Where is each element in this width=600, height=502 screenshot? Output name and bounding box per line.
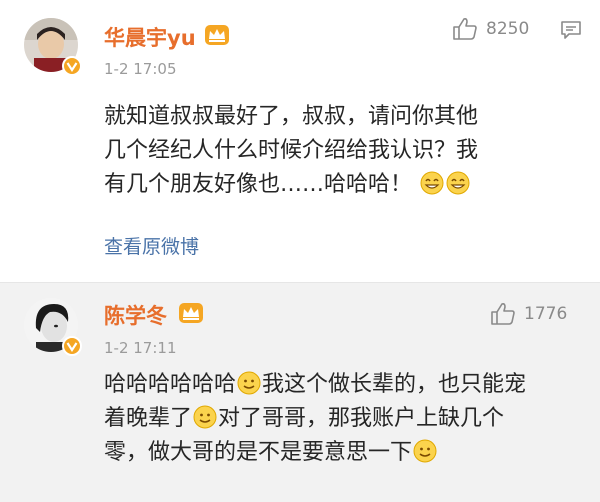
thumbs-up-icon <box>453 18 477 40</box>
comment-text: 哈哈哈哈哈哈 我这个做长辈的，也只能宠 着晚辈了 对了哥哥，那我账户上缺几个 零，做… <box>104 368 564 470</box>
crown-icon <box>205 25 229 45</box>
thumbs-up-icon <box>491 303 515 325</box>
comment-time: 1-2 17:11 <box>104 339 177 357</box>
comment-text-segment: 对了哥哥，那我账户上缺几个 <box>218 406 505 431</box>
grin-emoji-icon <box>420 171 444 195</box>
comment-text-segment: 着晚辈了 <box>104 406 193 431</box>
verified-badge-icon <box>62 56 82 76</box>
comment-text-line: 就知道叔叔最好了，叔叔，请问你其他 <box>104 104 479 129</box>
username[interactable]: 陈学冬 <box>104 300 167 330</box>
username[interactable]: 华晨宇yu <box>104 22 196 52</box>
like-count: 1776 <box>524 304 568 324</box>
comment-text-segment: 哈哈哈哈哈哈 <box>104 372 237 397</box>
comment-text-line: 哈哈哈哈哈哈 我这个做长辈的，也只能宠 <box>104 368 564 402</box>
comment-text-segment: 零，做大哥的是不是要意思一下 <box>104 440 413 465</box>
crown-icon <box>179 303 203 323</box>
comment-text-line: 零，做大哥的是不是要意思一下 <box>104 436 564 470</box>
avatar-hua[interactable] <box>24 18 82 76</box>
smile-emoji-icon <box>237 371 261 395</box>
comment-text-line: 几个经纪人什么时候介绍给我认识？我 <box>104 138 479 163</box>
view-original-weibo-link[interactable]: 查看原微博 <box>104 232 199 259</box>
verified-badge-icon <box>62 336 82 356</box>
comment-text-line: 着晚辈了 对了哥哥，那我账户上缺几个 <box>104 402 564 436</box>
smile-emoji-icon <box>413 439 437 463</box>
like-button[interactable]: 1776 <box>490 302 567 326</box>
comment-text-segment: 我这个做长辈的，也只能宠 <box>262 372 527 397</box>
avatar-chen[interactable] <box>24 298 82 356</box>
comment-text: 就知道叔叔最好了，叔叔，请问你其他 几个经纪人什么时候介绍给我认识？我 有几个朋… <box>104 100 564 202</box>
like-button[interactable]: 8250 <box>452 17 529 41</box>
reply-icon[interactable] <box>560 20 582 40</box>
comment-time: 1-2 17:05 <box>104 60 177 78</box>
smile-emoji-icon <box>193 405 217 429</box>
like-count: 8250 <box>486 19 530 39</box>
comment-text-line: 有几个朋友好像也……哈哈哈！ <box>104 168 564 202</box>
grin-emoji-icon <box>446 171 470 195</box>
comment-text-segment: 有几个朋友好像也……哈哈哈！ <box>104 172 413 197</box>
